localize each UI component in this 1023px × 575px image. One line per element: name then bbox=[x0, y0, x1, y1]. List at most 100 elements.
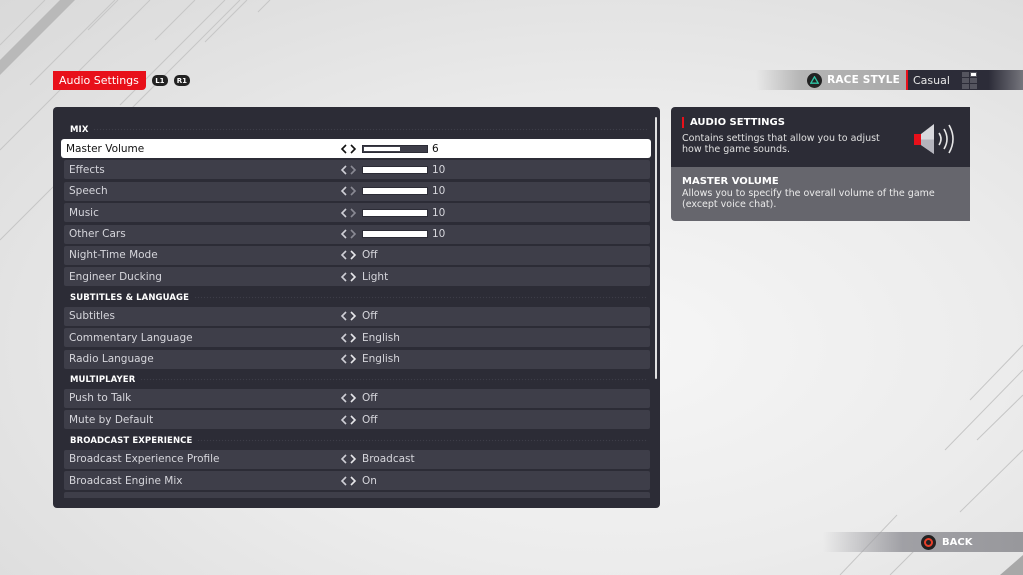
setting-row[interactable]: Subtitles Off bbox=[64, 306, 650, 326]
chevron-left-icon[interactable] bbox=[340, 476, 348, 486]
setting-label: Other Cars bbox=[69, 228, 126, 241]
setting-row[interactable]: Music 10 bbox=[64, 203, 650, 223]
chevron-right-icon[interactable] bbox=[349, 311, 357, 321]
slider-fill bbox=[364, 210, 426, 215]
chevron-left-icon[interactable] bbox=[340, 143, 348, 154]
setting-control[interactable]: Off bbox=[340, 414, 378, 426]
setting-row[interactable]: Commentary Language English bbox=[64, 328, 650, 348]
setting-value: English bbox=[362, 353, 400, 366]
volume-slider[interactable] bbox=[362, 230, 428, 239]
setting-row[interactable]: Broadcast Experience Profile Broadcast bbox=[64, 449, 650, 469]
setting-value: 10 bbox=[432, 163, 446, 176]
chevron-right-icon[interactable] bbox=[349, 143, 357, 154]
setting-row[interactable]: Radio Language English bbox=[64, 349, 650, 369]
arrows-group bbox=[340, 415, 358, 425]
setting-row[interactable]: Broadcast Engine Mix On bbox=[64, 471, 650, 491]
section-title: BROADCAST EXPERIENCE bbox=[61, 432, 651, 450]
chevron-right-icon[interactable] bbox=[349, 393, 357, 403]
setting-row-partial[interactable] bbox=[64, 492, 650, 499]
setting-control[interactable]: Off bbox=[340, 392, 378, 404]
setting-control[interactable]: 6 bbox=[340, 143, 439, 155]
setting-value: Broadcast bbox=[362, 453, 415, 466]
l1-button[interactable]: L1 bbox=[151, 75, 168, 86]
race-style-bar[interactable]: RACE STYLE Casual bbox=[756, 70, 1023, 90]
setting-label: Radio Language bbox=[69, 353, 154, 366]
setting-row[interactable]: Night-Time Mode Off bbox=[64, 245, 650, 265]
setting-value: Off bbox=[362, 310, 378, 323]
setting-value: 10 bbox=[432, 206, 446, 219]
chevron-left-icon[interactable] bbox=[340, 415, 348, 425]
setting-row[interactable]: Push to Talk Off bbox=[64, 388, 650, 408]
setting-control[interactable]: 10 bbox=[340, 207, 445, 219]
r1-button[interactable]: R1 bbox=[173, 75, 190, 86]
chevron-left-icon[interactable] bbox=[340, 229, 348, 239]
setting-value: Off bbox=[362, 392, 378, 405]
setting-value: 10 bbox=[432, 228, 446, 241]
setting-row[interactable]: Speech 10 bbox=[64, 181, 650, 201]
chevron-left-icon[interactable] bbox=[340, 454, 348, 464]
tab-audio-settings[interactable]: Audio Settings bbox=[53, 71, 146, 90]
setting-row[interactable]: Engineer Ducking Light bbox=[64, 267, 650, 287]
chevron-left-icon[interactable] bbox=[340, 186, 348, 196]
setting-control[interactable]: Light bbox=[340, 271, 388, 283]
volume-slider[interactable] bbox=[362, 208, 428, 217]
setting-row[interactable]: Mute by Default Off bbox=[64, 410, 650, 430]
setting-row[interactable]: Other Cars 10 bbox=[64, 224, 650, 244]
chevron-right-icon[interactable] bbox=[349, 165, 357, 175]
setting-label: Effects bbox=[69, 163, 105, 176]
chevron-left-icon[interactable] bbox=[340, 208, 348, 218]
speaker-icon bbox=[912, 121, 960, 161]
setting-value: Light bbox=[362, 270, 389, 283]
volume-slider[interactable] bbox=[362, 165, 428, 174]
slider-fill bbox=[364, 232, 426, 237]
chevron-left-icon[interactable] bbox=[340, 333, 348, 343]
race-style-value: Casual bbox=[913, 73, 950, 87]
info-description: Contains settings that allow you to adju… bbox=[682, 133, 880, 155]
info-bottom: MASTER VOLUME Allows you to specify the … bbox=[671, 167, 970, 221]
chevron-left-icon[interactable] bbox=[340, 354, 348, 364]
setting-row[interactable]: Master Volume 6 bbox=[61, 139, 651, 158]
volume-slider[interactable] bbox=[362, 187, 428, 196]
chevron-right-icon[interactable] bbox=[349, 229, 357, 239]
setting-control[interactable]: Broadcast bbox=[340, 453, 415, 465]
chevron-left-icon[interactable] bbox=[340, 165, 348, 175]
chevron-right-icon[interactable] bbox=[349, 186, 357, 196]
chevron-right-icon[interactable] bbox=[349, 476, 357, 486]
volume-slider[interactable] bbox=[362, 144, 428, 153]
setting-control[interactable]: On bbox=[340, 475, 377, 487]
section-title-text: SUBTITLES & LANGUAGE bbox=[70, 292, 190, 303]
setting-label: Mute by Default bbox=[69, 413, 154, 426]
chevron-left-icon[interactable] bbox=[340, 311, 348, 321]
arrows-group bbox=[340, 229, 358, 239]
setting-control[interactable]: Off bbox=[340, 310, 378, 322]
info-panel: AUDIO SETTINGS Contains settings that al… bbox=[671, 107, 970, 221]
setting-value: Off bbox=[362, 249, 378, 262]
chevron-right-icon[interactable] bbox=[349, 272, 357, 282]
back-button[interactable]: BACK bbox=[823, 532, 1023, 552]
setting-control[interactable]: English bbox=[340, 353, 400, 365]
arrows-group bbox=[340, 354, 358, 364]
section-title-text: BROADCAST EXPERIENCE bbox=[70, 435, 193, 446]
setting-value: Off bbox=[362, 413, 378, 426]
setting-label: Push to Talk bbox=[69, 392, 132, 405]
chevron-right-icon[interactable] bbox=[349, 208, 357, 218]
chevron-right-icon[interactable] bbox=[349, 333, 357, 343]
section-divider bbox=[93, 128, 647, 132]
chevron-right-icon[interactable] bbox=[349, 454, 357, 464]
setting-value: On bbox=[362, 474, 377, 487]
chevron-right-icon[interactable] bbox=[349, 415, 357, 425]
setting-control[interactable]: 10 bbox=[340, 228, 445, 240]
chevron-left-icon[interactable] bbox=[340, 272, 348, 282]
setting-control[interactable]: 10 bbox=[340, 185, 445, 197]
arrows-group bbox=[340, 454, 358, 464]
back-label: BACK bbox=[942, 536, 973, 548]
scrollbar[interactable] bbox=[655, 117, 657, 379]
setting-control[interactable]: Off bbox=[340, 249, 378, 261]
chevron-left-icon[interactable] bbox=[340, 250, 348, 261]
chevron-left-icon[interactable] bbox=[340, 393, 348, 403]
setting-row[interactable]: Effects 10 bbox=[64, 160, 650, 180]
setting-control[interactable]: 10 bbox=[340, 164, 445, 176]
chevron-right-icon[interactable] bbox=[349, 354, 357, 364]
setting-control[interactable]: English bbox=[340, 332, 400, 344]
chevron-right-icon[interactable] bbox=[349, 250, 357, 261]
